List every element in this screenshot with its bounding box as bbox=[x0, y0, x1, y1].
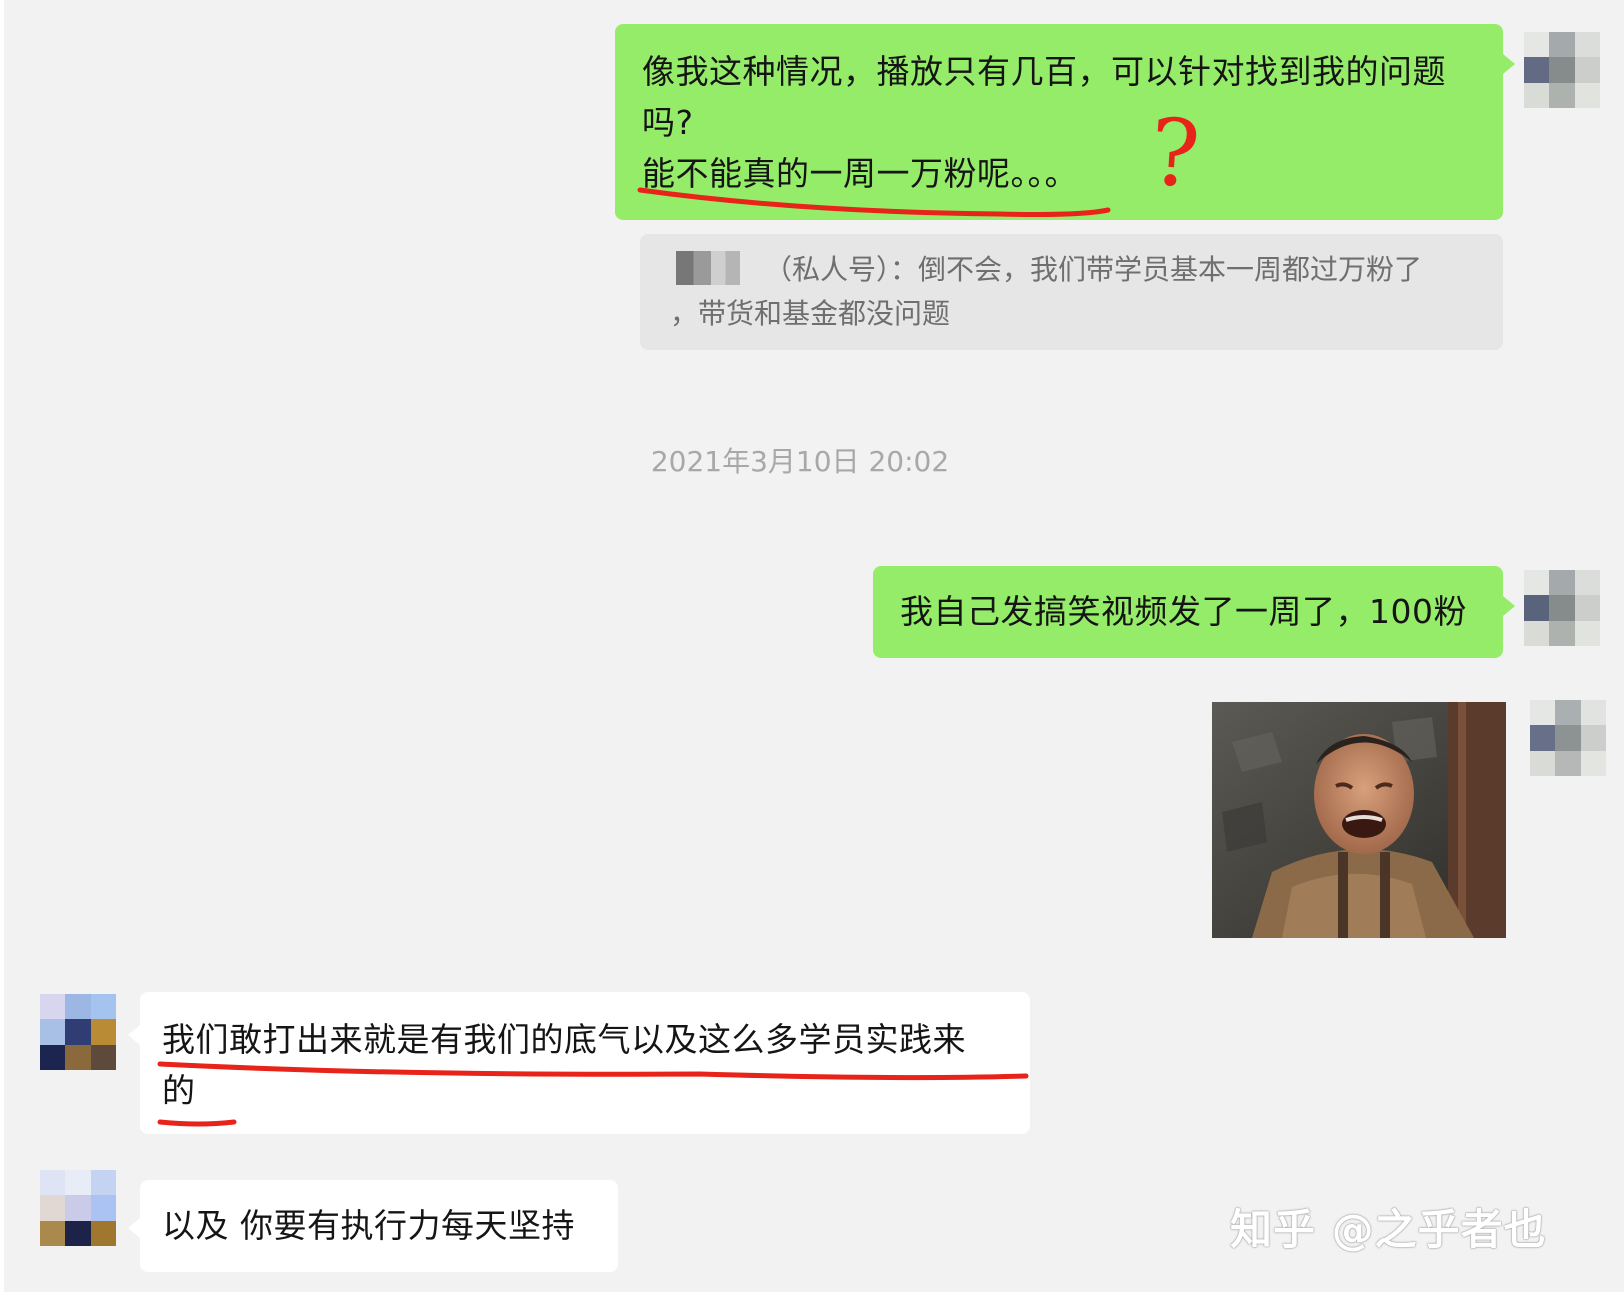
message-line: 像我这种情况，播放只有几百，可以针对找到我的问题 bbox=[642, 52, 1446, 91]
contact-message-bubble-1[interactable]: 我们敢打出来就是有我们的底气以及这么多学员实践来 的 bbox=[140, 992, 1030, 1134]
meme-photo bbox=[1212, 702, 1506, 938]
my-message-bubble-1[interactable]: 像我这种情况，播放只有几百，可以针对找到我的问题 吗? 能不能真的一周一万粉呢。… bbox=[615, 24, 1503, 220]
contact-message-bubble-2[interactable]: 以及 你要有执行力每天坚持 bbox=[140, 1180, 618, 1272]
bubble-tail bbox=[128, 1218, 140, 1238]
message-line: 的 bbox=[162, 1071, 196, 1110]
my-avatar[interactable] bbox=[1524, 570, 1600, 646]
annotation-question-mark: ? bbox=[1146, 98, 1204, 209]
my-message-bubble-2[interactable]: 我自己发搞笑视频发了一周了，100粉 bbox=[873, 566, 1503, 658]
contact-avatar[interactable] bbox=[40, 1170, 116, 1246]
my-avatar[interactable] bbox=[1524, 32, 1600, 108]
blurred-sender-name bbox=[676, 251, 756, 285]
watermark: 知乎 @之乎者也 bbox=[1230, 1205, 1547, 1254]
bubble-tail bbox=[1503, 596, 1515, 616]
quote-line: ，带货和基金都没问题 bbox=[670, 297, 951, 330]
message-text: 我自己发搞笑视频发了一周了，100粉 bbox=[900, 592, 1467, 631]
message-line: 吗? bbox=[642, 103, 694, 142]
window-edge bbox=[0, 0, 4, 1292]
chat-screen: 像我这种情况，播放只有几百，可以针对找到我的问题 吗? 能不能真的一周一万粉呢。… bbox=[0, 0, 1624, 1292]
timestamp: 2021年3月10日 20:02 bbox=[650, 445, 950, 478]
sticker-image[interactable] bbox=[1212, 702, 1506, 938]
quote-line: （私人号）：倒不会，我们带学员基本一周都过万粉了 bbox=[764, 253, 1423, 286]
bubble-tail bbox=[1503, 54, 1515, 74]
my-avatar[interactable] bbox=[1530, 700, 1606, 776]
contact-avatar[interactable] bbox=[40, 994, 116, 1070]
bubble-tail bbox=[128, 1025, 140, 1045]
message-line: 我们敢打出来就是有我们的底气以及这么多学员实践来 bbox=[162, 1020, 966, 1059]
quoted-reply[interactable]: （私人号）：倒不会，我们带学员基本一周都过万粉了 ，带货和基金都没问题 bbox=[640, 234, 1503, 350]
message-text: 以及 你要有执行力每天坚持 bbox=[162, 1206, 575, 1245]
message-line: 能不能真的一周一万粉呢。。。 bbox=[642, 154, 1078, 193]
